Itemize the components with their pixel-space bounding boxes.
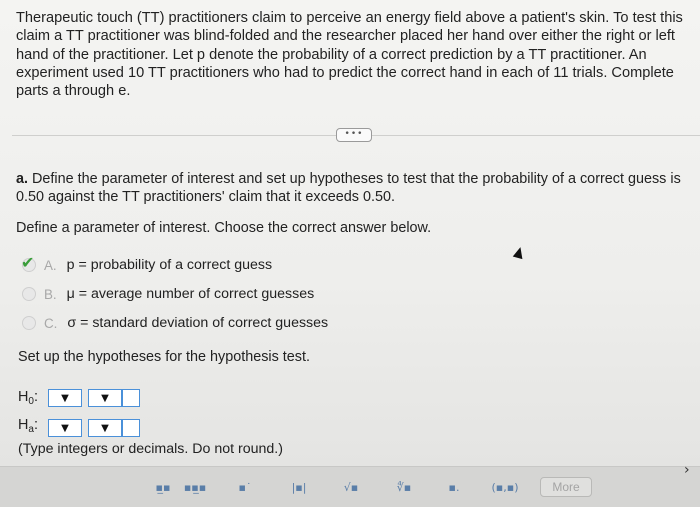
chevron-right-icon[interactable]: › (684, 462, 690, 478)
answer-format-note: (Type integers or decimals. Do not round… (18, 441, 283, 457)
interval-tool-button[interactable]: (▪,▪) (488, 477, 522, 497)
ha-parameter-dropdown[interactable]: ▼ (48, 419, 82, 437)
radio-button-b[interactable] (22, 287, 36, 301)
choice-letter: B. (44, 286, 57, 302)
dropdown-arrow-icon: ▼ (61, 422, 69, 434)
dropdown-arrow-icon: ▼ (61, 392, 69, 404)
exponent-icon: ▪˙ (238, 480, 252, 494)
parameter-instruction: Define a parameter of interest. Choose t… (16, 220, 432, 236)
square-root-tool-button[interactable]: √▪ (337, 477, 365, 497)
choice-letter: C. (44, 315, 58, 331)
ha-relation-dropdown[interactable]: ▼ (88, 419, 122, 437)
h0-inputs: ▼ ▼ (48, 389, 140, 407)
ha-value-input[interactable] (122, 419, 140, 437)
interval-icon: (▪,▪) (491, 480, 519, 494)
more-tools-button[interactable]: More (540, 477, 592, 497)
math-toolbar: ▪̲▪ ▪▪̲▪ ▪˙ |▪| √▪ ∜▪ ▪. (▪,▪) More (0, 466, 700, 507)
checkmark-icon: ✔ (21, 253, 35, 272)
dropdown-arrow-icon: ▼ (101, 422, 109, 434)
choice-text: p = probability of a correct guess (66, 257, 273, 273)
mouse-cursor-icon (512, 245, 526, 260)
ha-inputs: ▼ ▼ (48, 419, 140, 437)
choice-text: μ = average number of correct guesses (66, 286, 315, 302)
part-a-question: a. Define the parameter of interest and … (16, 170, 694, 206)
fraction-tool-button[interactable]: ▪̲▪ (150, 477, 176, 497)
ha-label: Ha: (18, 417, 38, 435)
ha-row: Ha: (18, 416, 38, 436)
choice-text: σ = standard deviation of correct guesse… (67, 315, 329, 331)
absolute-value-tool-button[interactable]: |▪| (284, 477, 314, 497)
mixed-number-tool-button[interactable]: ▪▪̲▪ (180, 477, 210, 497)
h0-label: H0: (18, 389, 38, 407)
square-root-icon: √▪ (343, 480, 359, 494)
exponent-tool-button[interactable]: ▪˙ (232, 477, 258, 497)
problem-intro: Therapeutic touch (TT) practitioners cla… (16, 10, 683, 100)
radio-button-c[interactable] (22, 316, 36, 330)
choice-b[interactable]: B. μ = average number of correct guesses (22, 284, 314, 304)
choice-a[interactable]: ✔ A. p = probability of a correct guess (21, 253, 273, 275)
part-a-label: a. (16, 171, 29, 187)
h0-relation-dropdown[interactable]: ▼ (88, 389, 122, 407)
h0-value-input[interactable] (122, 389, 140, 407)
choice-letter: A. (44, 257, 57, 273)
radio-button-a[interactable]: ✔ (21, 253, 36, 272)
decimal-tool-button[interactable]: ▪. (442, 477, 466, 497)
h0-row: H0: (18, 388, 38, 408)
nth-root-icon: ∜▪ (396, 480, 412, 494)
mixed-number-icon: ▪▪̲▪ (183, 480, 207, 494)
dropdown-arrow-icon: ▼ (101, 392, 109, 404)
fraction-icon: ▪̲▪ (155, 480, 171, 494)
expand-more-button[interactable]: ••• (336, 128, 372, 142)
nth-root-tool-button[interactable]: ∜▪ (390, 477, 418, 497)
decimal-icon: ▪. (448, 480, 460, 494)
hypotheses-instruction: Set up the hypotheses for the hypothesis… (18, 349, 310, 365)
part-a-text: Define the parameter of interest and set… (16, 171, 681, 205)
absolute-value-icon: |▪| (291, 480, 307, 494)
choice-c[interactable]: C. σ = standard deviation of correct gue… (22, 313, 328, 333)
h0-parameter-dropdown[interactable]: ▼ (48, 389, 82, 407)
